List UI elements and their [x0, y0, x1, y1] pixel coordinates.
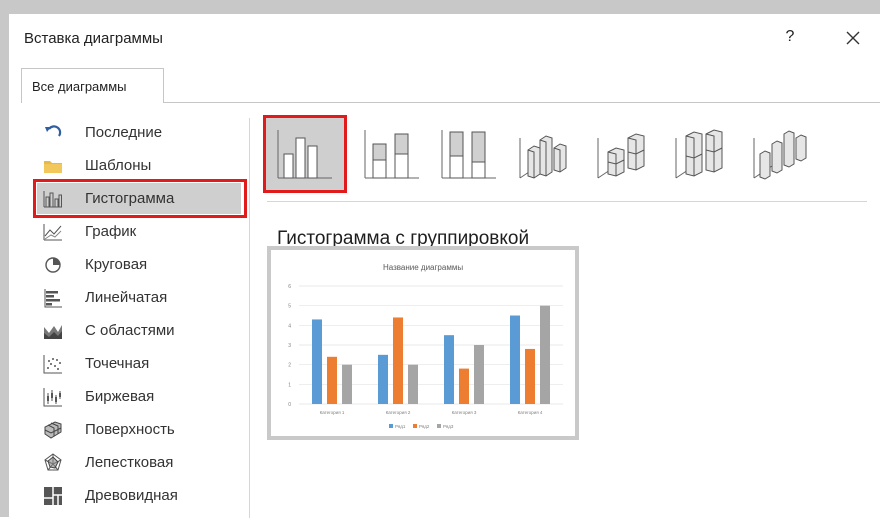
sidebar-item-label: Поверхность: [85, 421, 175, 438]
gallery-divider: [267, 201, 867, 202]
sidebar-item-stock[interactable]: Биржевая: [37, 381, 241, 412]
3d-stacked-column-icon: [597, 133, 645, 179]
close-button[interactable]: [841, 26, 865, 50]
y-tick-label: 5: [288, 304, 291, 310]
y-tick-label: 2: [288, 363, 291, 369]
y-tick-label: 1: [288, 382, 291, 388]
sidebar-item-label: Линейчатая: [85, 289, 168, 306]
chart-bar: [510, 315, 520, 404]
chart-type-sidebar: Последние Шаблоны Гистограмма График Кру…: [9, 114, 249, 517]
stacked-column-icon: [364, 130, 419, 179]
legend-swatch: [437, 424, 441, 428]
window-frame-left: [0, 0, 9, 517]
sidebar-item-surface[interactable]: Поверхность: [37, 414, 241, 445]
sidebar-item-label: Круговая: [85, 256, 148, 273]
sidebar-item-label: График: [85, 223, 137, 240]
help-button[interactable]: ?: [779, 26, 801, 48]
subtype-stacked-100-column[interactable]: [430, 118, 508, 190]
sidebar-item-treemap[interactable]: Древовидная: [37, 480, 241, 511]
sidebar-item-bar[interactable]: Линейчатая: [37, 282, 241, 313]
subtype-clustered-column[interactable]: [263, 115, 347, 193]
sidebar-item-templates[interactable]: Шаблоны: [37, 150, 241, 181]
y-tick-label: 6: [288, 284, 291, 290]
3d-stacked-100-column-icon: [675, 129, 723, 179]
insert-chart-dialog: Вставка диаграммы ? Все диаграммы Послед…: [9, 14, 880, 518]
sidebar-item-label: Точечная: [85, 355, 150, 372]
3d-clustered-column-icon: [519, 135, 567, 179]
chart-subtype-gallery: [263, 115, 864, 198]
chart-bar: [444, 335, 454, 404]
x-tick-label: Категория 4: [518, 410, 543, 415]
window-frame-top: [0, 0, 880, 14]
column-chart-icon: [43, 191, 62, 208]
dialog-title: Вставка диаграммы: [24, 30, 163, 47]
legend-swatch: [413, 424, 417, 428]
subtype-3d-stacked-column[interactable]: [586, 118, 664, 190]
sidebar-item-area[interactable]: С областями: [37, 315, 241, 346]
chart-bar: [327, 356, 337, 404]
stacked-100-column-icon: [441, 130, 496, 179]
dialog-titlebar: Вставка диаграммы ?: [9, 14, 880, 62]
chart-bar: [408, 364, 418, 404]
area-chart-icon: [44, 325, 62, 339]
line-chart-icon: [43, 224, 62, 241]
legend-label: Ряд3: [443, 424, 454, 429]
chart-bar: [459, 368, 469, 404]
sidebar-item-column[interactable]: Гистограмма: [33, 179, 247, 218]
chart-bar: [474, 345, 484, 404]
tab-underline: [163, 102, 880, 103]
chart-bar: [540, 305, 550, 404]
y-tick-label: 4: [288, 323, 291, 329]
chart-preview[interactable]: Название диаграммы 0 1 2 3 4 5 6 Категория 1 Кате…: [267, 246, 579, 440]
close-icon: [846, 31, 860, 45]
tab-label: Все диаграммы: [32, 79, 127, 94]
chart-title: Название диаграммы: [383, 263, 463, 272]
x-tick-label: Категория 3: [452, 410, 477, 415]
subtype-3d-clustered-column[interactable]: [508, 118, 586, 190]
y-tick-label: 0: [288, 402, 291, 408]
sidebar-item-label: С областями: [85, 322, 175, 339]
folder-icon: [44, 161, 62, 173]
sidebar-item-label: Гистограмма: [85, 190, 175, 207]
tab-all-charts[interactable]: Все диаграммы: [21, 68, 164, 103]
sidebar-item-label: Лепестковая: [85, 454, 174, 471]
stock-chart-icon: [43, 388, 62, 407]
subtype-3d-stacked-100-column[interactable]: [664, 118, 742, 190]
radar-chart-icon: [44, 453, 62, 471]
sidebar-item-pie[interactable]: Круговая: [37, 249, 241, 280]
y-tick-label: 3: [288, 343, 291, 349]
sidebar-item-line[interactable]: График: [37, 216, 241, 247]
sidebar-item-label: Древовидная: [85, 487, 178, 504]
sidebar-item-label: Шаблоны: [85, 157, 152, 174]
chart-bar: [393, 317, 403, 404]
legend-swatch: [389, 424, 393, 428]
legend-label: Ряд1: [395, 424, 406, 429]
sidebar-item-radar[interactable]: Лепестковая: [37, 447, 241, 478]
subtype-3d-column[interactable]: [742, 118, 820, 190]
subtype-stacked-column[interactable]: [353, 118, 431, 190]
legend-label: Ряд2: [419, 424, 430, 429]
sidebar-item-scatter[interactable]: Точечная: [37, 348, 241, 379]
sidebar-divider: [249, 118, 250, 518]
tab-strip: Все диаграммы: [9, 62, 880, 104]
sidebar-item-label: Биржевая: [85, 388, 155, 405]
chart-bar: [525, 348, 535, 404]
x-tick-label: Категория 1: [320, 410, 345, 415]
pie-chart-icon: [45, 257, 61, 273]
chart-bar: [378, 354, 388, 404]
surface-chart-icon: [44, 421, 62, 439]
chart-bar: [342, 364, 352, 404]
sidebar-item-label: Последние: [85, 124, 163, 141]
treemap-chart-icon: [44, 487, 62, 505]
bar-chart-icon: [44, 289, 62, 308]
scatter-chart-icon: [43, 355, 62, 374]
x-tick-label: Категория 2: [386, 410, 411, 415]
recent-icon: [45, 125, 62, 137]
3d-column-icon: [753, 130, 807, 180]
chart-preview-svg: Название диаграммы 0 1 2 3 4 5 6 Категория 1 Кате…: [288, 263, 563, 429]
sidebar-item-recent[interactable]: Последние: [37, 117, 241, 148]
chart-bar: [312, 319, 322, 404]
clustered-column-icon: [277, 130, 332, 179]
